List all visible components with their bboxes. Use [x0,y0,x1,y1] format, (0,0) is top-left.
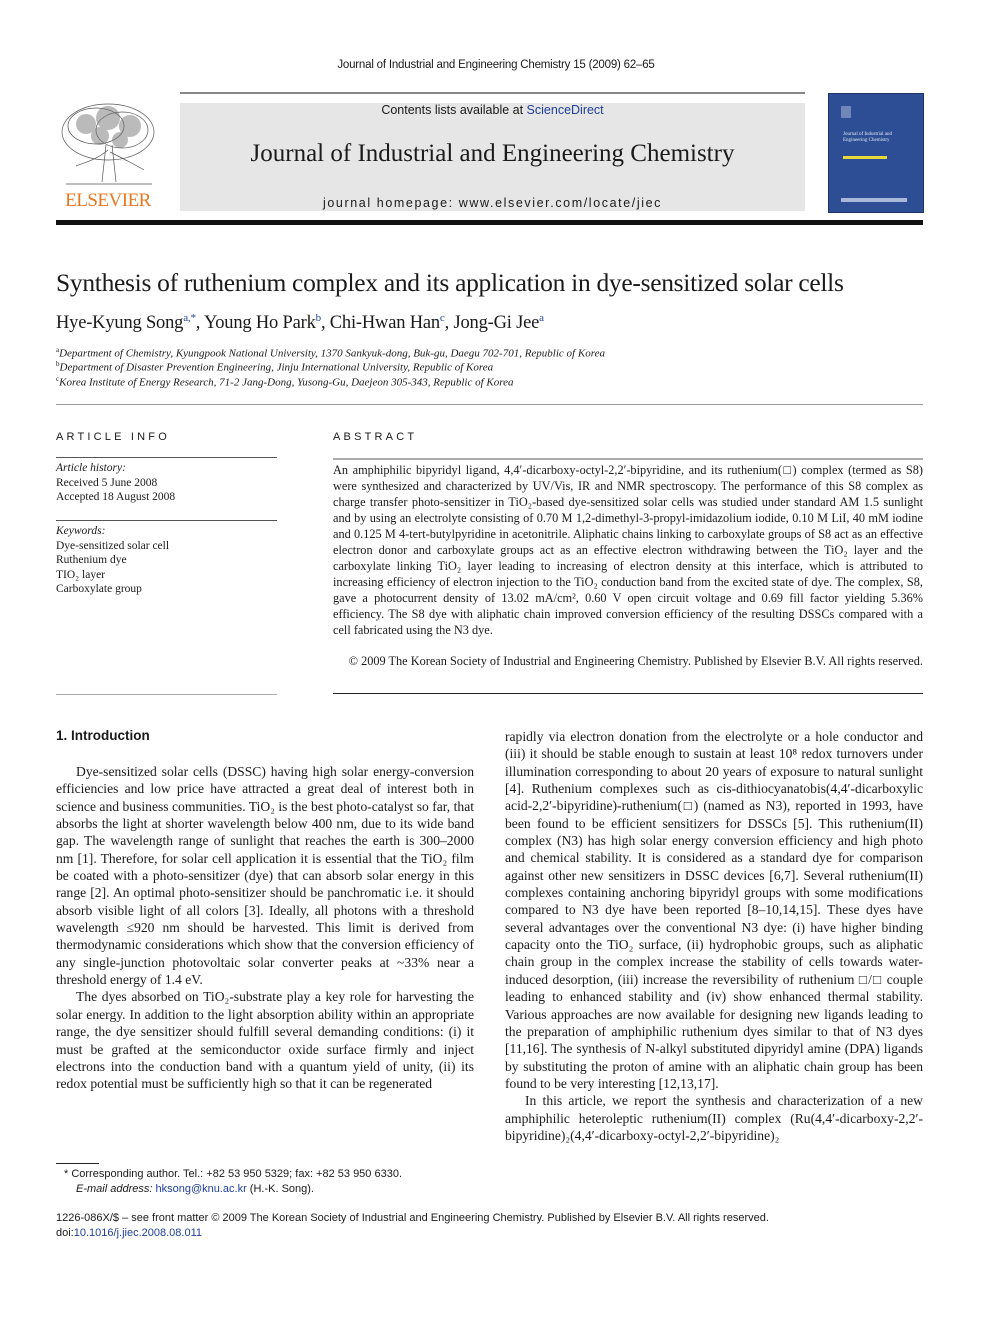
affiliation: cKorea Institute of Energy Research, 71-… [56,375,514,389]
received-date: Received 5 June 2008 [56,476,158,489]
affiliation-text: Korea Institute of Energy Research, 71-2… [59,376,514,389]
doi-link[interactable]: 10.1016/j.jiec.2008.08.011 [74,1227,202,1239]
keyword: Dye-sensitized solar cell [56,539,170,552]
divider [56,457,277,458]
affiliation-text: Department of Disaster Prevention Engine… [59,361,494,374]
sciencedirect-link[interactable]: ScienceDirect [527,103,604,117]
header-thick-rule [56,220,923,225]
divider [56,404,923,405]
keywords: Keywords: Dye-sensitized solar cell Ruth… [56,524,169,597]
keywords-label: Keywords: [56,525,106,537]
header-rule [180,92,805,94]
email-link[interactable]: hksong@knu.ac.kr [155,1183,246,1195]
footnote-rule [56,1163,99,1164]
email-label: E-mail address: [76,1183,156,1195]
divider [56,694,277,695]
author-name[interactable]: Hye-Kyung Song [56,313,183,333]
author-name[interactable]: Chi-Hwan Han [330,313,440,333]
corresponding-author-note: * Corresponding author. Tel.: +82 53 950… [64,1168,403,1180]
article-info-heading: ARTICLE INFO [56,431,170,443]
contents-line: Contents lists available at ScienceDirec… [180,103,805,117]
cover-logo-icon [841,106,851,118]
abstract-heading: ABSTRACT [333,431,418,443]
abstract-text: An amphiphilic bipyridyl ligand, 4,4′-di… [333,463,923,637]
affiliation-text: Department of Chemistry, Kyungpook Natio… [59,347,605,360]
author-marks[interactable]: a,* [183,312,196,324]
doi-line: doi:10.1016/j.jiec.2008.08.011 [56,1227,202,1239]
affiliation: aDepartment of Chemistry, Kyungpook Nati… [56,346,605,360]
keyword: Ruthenium dye [56,554,127,567]
email-note: E-mail address: hksong@knu.ac.kr (H.-K. … [76,1183,314,1195]
keyword: Carboxylate group [56,583,142,596]
divider [56,520,277,521]
issn-line: 1226-086X/$ – see front matter © 2009 Th… [56,1212,769,1224]
cover-title: Journal of Industrial and Engineering Ch… [843,132,893,143]
doi-label: doi: [56,1227,74,1239]
email-suffix: (H.-K. Song). [246,1183,314,1195]
affiliation: bDepartment of Disaster Prevention Engin… [56,360,493,374]
running-head: Journal of Industrial and Engineering Ch… [337,59,655,71]
paragraph: Dye-sensitized solar cells (DSSC) having… [56,764,474,988]
body-left-column: Dye-sensitized solar cells (DSSC) having… [56,763,474,1093]
author-list: Hye-Kyung Songa,*, Young Ho Parkb, Chi-H… [56,312,544,334]
section-heading-introduction: 1. Introduction [56,728,150,743]
cover-stripe [843,156,887,159]
paragraph: In this article, we report the synthesis… [505,1093,923,1143]
article-history: Article history: Received 5 June 2008 Ac… [56,461,175,505]
cover-footer [841,198,907,202]
journal-cover[interactable]: Journal of Industrial and Engineering Ch… [828,93,924,213]
paragraph: The dyes absorbed on TiO₂-substrate play… [56,989,474,1092]
body-right-column: rapidly via electron donation from the e… [505,728,923,1144]
author-name[interactable]: Young Ho Park [204,313,316,333]
author-marks[interactable]: a [539,312,544,324]
history-label: Article history: [56,462,126,474]
divider [333,693,923,694]
author-marks[interactable]: b [316,312,322,324]
journal-title: Journal of Industrial and Engineering Ch… [250,140,735,167]
article-title: Synthesis of ruthenium complex and its a… [56,268,844,297]
paragraph: rapidly via electron donation from the e… [505,729,923,1091]
author-marks[interactable]: c [440,312,445,324]
divider [333,458,923,460]
journal-homepage[interactable]: journal homepage: www.elsevier.com/locat… [180,196,805,210]
contents-prefix: Contents lists available at [381,103,527,117]
accepted-date: Accepted 18 August 2008 [56,491,176,504]
author-name[interactable]: Jong-Gi Jee [453,313,539,333]
abstract-copyright: © 2009 The Korean Society of Industrial … [348,654,923,668]
publisher-name: ELSEVIER [65,190,151,211]
elsevier-logo[interactable]: ELSEVIER [56,100,160,212]
keyword: TIO₂ layer [56,568,106,581]
tree-icon [61,103,155,185]
